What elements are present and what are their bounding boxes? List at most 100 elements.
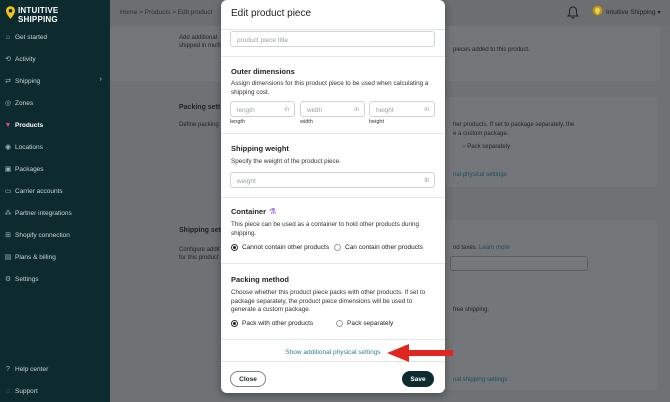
brand-line-1: INTUITIVE bbox=[18, 6, 59, 15]
divider bbox=[221, 339, 445, 340]
bg-text: her products. If set to package separate… bbox=[453, 122, 575, 128]
height-label: height bbox=[369, 119, 384, 125]
location-icon: ◉ bbox=[4, 144, 12, 151]
sidebar-item-support[interactable]: ◌ Support bbox=[0, 383, 110, 399]
sidebar-item-get-started[interactable]: ⌂ Get started bbox=[0, 29, 110, 45]
save-button[interactable]: Save bbox=[402, 371, 434, 387]
flask-icon: ⚗ bbox=[269, 207, 277, 216]
sidebar-item-locations[interactable]: ◉ Locations bbox=[0, 139, 110, 155]
divider bbox=[221, 263, 445, 264]
annotation-arrow-icon bbox=[387, 344, 453, 362]
pack-separately-radio[interactable]: Pack separately bbox=[336, 320, 393, 327]
shipping-weight-title: Shipping weight bbox=[231, 144, 289, 153]
radio-label: Pack with other products bbox=[242, 320, 314, 327]
brand-name: INTUITIVE SHIPPING bbox=[18, 6, 58, 24]
bg-section-title: Packing sett bbox=[179, 104, 221, 111]
unit-label: in bbox=[424, 107, 429, 113]
cannot-contain-radio[interactable]: Cannot contain other products bbox=[231, 244, 329, 251]
radio-label: Pack separately bbox=[347, 320, 394, 327]
bg-learn-more-link: Learn more bbox=[479, 245, 510, 251]
packing-method-title: Packing method bbox=[231, 275, 289, 284]
bg-radio-label: Pack separately bbox=[467, 144, 510, 150]
account-name: Intuitive Shipping bbox=[606, 8, 656, 16]
sidebar-item-help-center[interactable]: ? Help center bbox=[0, 361, 110, 377]
input-placeholder: height bbox=[376, 107, 394, 114]
shopify-icon: ⊞ bbox=[5, 232, 11, 239]
sidebar-item-label: Get started bbox=[15, 33, 48, 41]
sidebar-item-label: Settings bbox=[15, 275, 39, 283]
weight-input[interactable]: weight lb bbox=[230, 172, 435, 188]
width-label: width bbox=[300, 119, 313, 125]
bell-icon[interactable] bbox=[567, 6, 579, 19]
input-placeholder: length bbox=[237, 107, 255, 114]
length-input[interactable]: length in bbox=[230, 101, 295, 117]
divider bbox=[221, 197, 445, 198]
sidebar-item-label: Partner integrations bbox=[15, 209, 72, 217]
package-icon: ▣ bbox=[4, 166, 12, 173]
height-input[interactable]: height in bbox=[369, 101, 435, 117]
gear-icon: ⚙ bbox=[4, 276, 12, 283]
can-contain-radio[interactable]: Can contain other products bbox=[334, 244, 423, 251]
bg-text: e a custom package. bbox=[453, 131, 509, 137]
container-title-text: Container bbox=[231, 207, 267, 216]
sidebar-item-carrier-accounts[interactable]: ▭ Carrier accounts bbox=[0, 183, 110, 199]
sidebar-item-plans-billing[interactable]: ▤ Plans & billing bbox=[0, 249, 110, 265]
bg-text: shipped in multi bbox=[179, 43, 221, 49]
sidebar-item-zones[interactable]: ◎ Zones bbox=[0, 95, 110, 111]
sidebar-item-label: Plans & billing bbox=[15, 253, 56, 261]
products-icon: ▼ bbox=[4, 121, 12, 129]
unit-label: in bbox=[284, 107, 289, 113]
support-icon: ◌ bbox=[5, 387, 11, 395]
bg-radio: ○ Pack separately bbox=[462, 144, 510, 150]
sidebar: INTUITIVE SHIPPING ⌂ Get started ⟲ Activit… bbox=[0, 0, 110, 402]
radio-label: Cannot contain other products bbox=[242, 244, 330, 251]
sidebar-item-activity[interactable]: ⟲ Activity bbox=[0, 51, 110, 67]
home-icon: ⌂ bbox=[5, 33, 11, 41]
modal-title: Edit product piece bbox=[231, 8, 312, 19]
sidebar-item-shipping[interactable]: ⇄ Shipping › bbox=[0, 73, 110, 89]
input-placeholder: weight bbox=[237, 178, 256, 185]
sidebar-item-label: Carrier accounts bbox=[15, 187, 63, 195]
pack-with-others-radio[interactable]: Pack with other products bbox=[231, 320, 313, 327]
billing-icon: ▤ bbox=[4, 254, 12, 261]
unit-label: in bbox=[354, 107, 359, 113]
chevron-right-icon: › bbox=[99, 76, 102, 83]
bg-text: Configure addit bbox=[179, 247, 220, 253]
bg-section-title: Shipping sett bbox=[179, 227, 224, 234]
sidebar-item-partner-integrations[interactable]: ⁂ Partner integrations bbox=[0, 205, 110, 221]
width-input[interactable]: width in bbox=[300, 101, 365, 117]
sidebar-item-label: Zones bbox=[15, 99, 34, 107]
help-icon: ? bbox=[6, 365, 10, 373]
bg-link: nal shipping settings bbox=[453, 377, 508, 383]
outer-dimensions-title: Outer dimensions bbox=[231, 67, 295, 76]
radio-checked-icon bbox=[231, 244, 238, 251]
bg-text: pieces added to this product. bbox=[453, 47, 530, 53]
carrier-icon: ▭ bbox=[4, 188, 12, 195]
sidebar-item-packages[interactable]: ▣ Packages bbox=[0, 161, 110, 177]
location-pin-icon bbox=[592, 5, 603, 16]
sidebar-item-label: Activity bbox=[15, 55, 36, 63]
shipping-icon: ⇄ bbox=[5, 78, 11, 85]
length-label: length bbox=[230, 119, 245, 125]
product-piece-title-input[interactable]: product piece title bbox=[230, 31, 435, 47]
zones-icon: ◎ bbox=[4, 100, 12, 107]
input-placeholder: product piece title bbox=[237, 37, 288, 44]
activity-icon: ⟲ bbox=[5, 56, 11, 63]
unit-label: lb bbox=[424, 178, 429, 184]
sidebar-item-label: Products bbox=[15, 121, 44, 129]
outer-dimensions-desc: Assign dimensions for this product piece… bbox=[231, 80, 429, 96]
divider bbox=[221, 56, 445, 57]
sidebar-item-label: Shipping bbox=[15, 77, 41, 85]
modal-footer: Close Save bbox=[221, 361, 445, 393]
shipping-weight-desc: Specify the weight of the product piece. bbox=[231, 158, 341, 165]
bg-text: free shipping. bbox=[453, 307, 490, 313]
close-button[interactable]: Close bbox=[230, 371, 266, 387]
sidebar-item-shopify-connection[interactable]: ⊞ Shopify connection bbox=[0, 227, 110, 243]
sidebar-item-label: Locations bbox=[15, 143, 43, 151]
integration-icon: ⁂ bbox=[4, 210, 12, 217]
sidebar-item-products[interactable]: ▼ Products bbox=[0, 117, 110, 133]
edit-product-piece-modal: Edit product piece product piece title O… bbox=[221, 0, 445, 393]
sidebar-item-settings[interactable]: ⚙ Settings bbox=[0, 271, 110, 287]
account-menu[interactable]: Intuitive Shipping ▾ bbox=[592, 5, 661, 19]
brand-logo[interactable]: INTUITIVE SHIPPING bbox=[6, 4, 96, 26]
